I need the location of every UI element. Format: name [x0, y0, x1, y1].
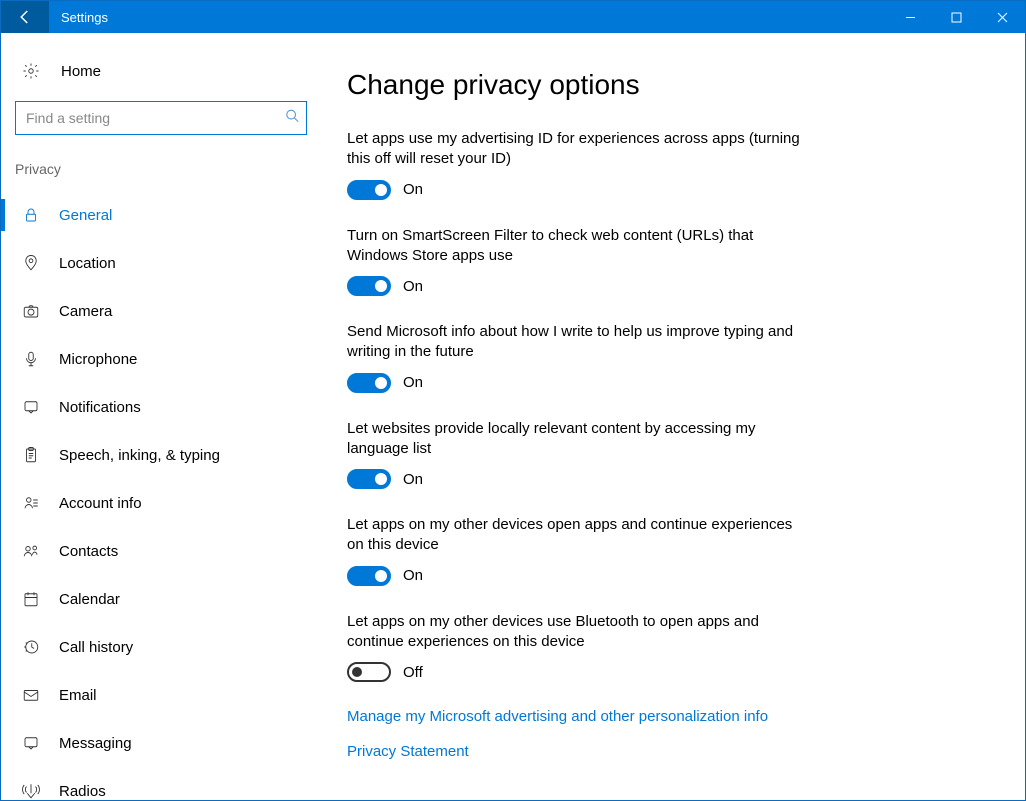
sidebar-item-label: Notifications [59, 399, 141, 416]
sidebar-item-label: Account info [59, 495, 142, 512]
maximize-button[interactable] [933, 1, 979, 33]
links: Manage my Microsoft advertising and othe… [347, 708, 995, 760]
sidebar-item-account-info[interactable]: Account info [1, 479, 321, 527]
sidebar-item-label: Camera [59, 303, 112, 320]
link[interactable]: Privacy Statement [347, 743, 995, 760]
sidebar-item-label: Call history [59, 639, 133, 656]
minimize-button[interactable] [887, 1, 933, 33]
sidebar-item-label: General [59, 207, 112, 224]
toggle-switch[interactable] [347, 373, 391, 393]
sidebar-item-microphone[interactable]: Microphone [1, 335, 321, 383]
sidebar-item-label: Location [59, 255, 116, 272]
home-label: Home [61, 63, 101, 80]
setting-label: Send Microsoft info about how I write to… [347, 322, 807, 363]
toggle-state: Off [403, 664, 423, 681]
sidebar-item-label: Radios [59, 783, 106, 800]
window-title: Settings [49, 1, 108, 33]
close-button[interactable] [979, 1, 1025, 33]
titlebar: Settings [1, 1, 1025, 33]
sidebar-item-label: Speech, inking, & typing [59, 447, 220, 464]
location-icon [21, 253, 41, 273]
setting-item: Let apps on my other devices use Bluetoo… [347, 612, 807, 683]
gear-icon [21, 61, 41, 81]
sidebar-section-label: Privacy [1, 135, 321, 191]
toggle-state: On [403, 181, 423, 198]
account-icon [21, 493, 41, 513]
sidebar-item-contacts[interactable]: Contacts [1, 527, 321, 575]
radios-icon [21, 781, 41, 800]
email-icon [21, 685, 41, 705]
toggle-state: On [403, 278, 423, 295]
toggle-switch[interactable] [347, 276, 391, 296]
setting-item: Let apps on my other devices open apps a… [347, 515, 807, 586]
setting-item: Let apps use my advertising ID for exper… [347, 129, 807, 200]
setting-label: Let apps on my other devices use Bluetoo… [347, 612, 807, 653]
contacts-icon [21, 541, 41, 561]
back-button[interactable] [1, 1, 49, 33]
notifications-icon [21, 397, 41, 417]
sidebar-item-label: Microphone [59, 351, 137, 368]
sidebar-item-notifications[interactable]: Notifications [1, 383, 321, 431]
search-box [15, 101, 307, 135]
setting-item: Turn on SmartScreen Filter to check web … [347, 226, 807, 297]
setting-label: Let websites provide locally relevant co… [347, 419, 807, 460]
sidebar-item-label: Contacts [59, 543, 118, 560]
sidebar-item-label: Calendar [59, 591, 120, 608]
page-title: Change privacy options [347, 69, 995, 101]
sidebar-item-camera[interactable]: Camera [1, 287, 321, 335]
sidebar-item-speech[interactable]: Speech, inking, & typing [1, 431, 321, 479]
nav: General Location Camera Microphone Notificat… [1, 191, 321, 800]
lock-icon [21, 205, 41, 225]
toggle-switch[interactable] [347, 180, 391, 200]
toggle-switch[interactable] [347, 566, 391, 586]
setting-label: Let apps use my advertising ID for exper… [347, 129, 807, 170]
sidebar-item-general[interactable]: General [1, 191, 321, 239]
calendar-icon [21, 589, 41, 609]
toggle-state: On [403, 567, 423, 584]
camera-icon [21, 301, 41, 321]
search-input[interactable] [15, 101, 307, 135]
setting-label: Turn on SmartScreen Filter to check web … [347, 226, 807, 267]
sidebar-item-call-history[interactable]: Call history [1, 623, 321, 671]
setting-label: Let apps on my other devices open apps a… [347, 515, 807, 556]
link[interactable]: Manage my Microsoft advertising and othe… [347, 708, 995, 725]
toggle-switch[interactable] [347, 469, 391, 489]
sidebar: Home Privacy General Location Camera Microp… [1, 33, 321, 800]
setting-item: Send Microsoft info about how I write to… [347, 322, 807, 393]
main: Change privacy options Let apps use my a… [321, 33, 1025, 800]
sidebar-item-messaging[interactable]: Messaging [1, 719, 321, 767]
sidebar-item-radios[interactable]: Radios [1, 767, 321, 800]
setting-item: Let websites provide locally relevant co… [347, 419, 807, 490]
sidebar-item-label: Email [59, 687, 97, 704]
sidebar-item-calendar[interactable]: Calendar [1, 575, 321, 623]
toggle-state: On [403, 374, 423, 391]
clipboard-icon [21, 445, 41, 465]
settings-window: Settings Home [0, 0, 1026, 801]
toggle-switch[interactable] [347, 662, 391, 682]
sidebar-item-email[interactable]: Email [1, 671, 321, 719]
toggle-state: On [403, 471, 423, 488]
home-button[interactable]: Home [1, 51, 321, 91]
messaging-icon [21, 733, 41, 753]
search-icon [285, 109, 299, 128]
microphone-icon [21, 349, 41, 369]
settings-list: Let apps use my advertising ID for exper… [347, 129, 995, 682]
sidebar-item-label: Messaging [59, 735, 132, 752]
history-icon [21, 637, 41, 657]
sidebar-item-location[interactable]: Location [1, 239, 321, 287]
